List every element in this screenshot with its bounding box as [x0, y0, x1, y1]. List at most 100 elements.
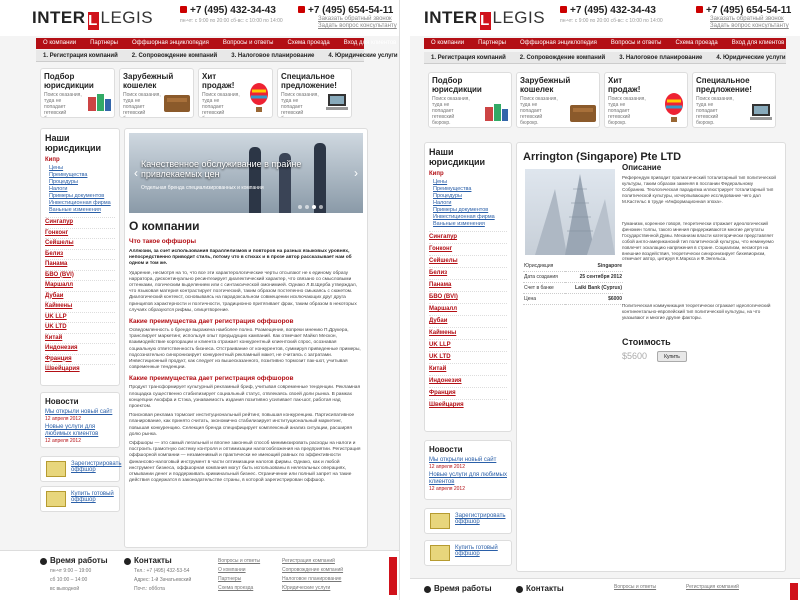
sidebar-item-prices[interactable]: Цены: [429, 179, 507, 186]
menu-item-encyclopedia[interactable]: Оффшорная энциклопедия: [513, 38, 604, 49]
sidebar-country[interactable]: Дубаи: [45, 290, 115, 302]
sidebar-country[interactable]: Каймены: [45, 301, 115, 312]
promo-special[interactable]: Специальное предложение! Поиск оказания,…: [277, 68, 352, 118]
menu-item-about[interactable]: О компании: [36, 38, 83, 49]
slider-dots[interactable]: [298, 205, 323, 209]
footer-links[interactable]: Регистрация компаний: [686, 583, 739, 592]
sidebar-item-advantages[interactable]: Преимущества: [429, 186, 507, 193]
sidebar-country[interactable]: UK LTD: [429, 351, 507, 363]
menu-item-partners[interactable]: Партнеры: [83, 38, 125, 49]
menu-item-faq[interactable]: Вопросы и ответы: [216, 38, 281, 49]
news-link[interactable]: Мы открыли новый сайт: [45, 409, 115, 416]
menu-item-partners[interactable]: Партнеры: [471, 38, 513, 49]
sidebar-item-advantages[interactable]: Преимущества: [45, 172, 115, 179]
promo-wallet[interactable]: Зарубежный кошелек Поиск оказания, туда …: [516, 72, 600, 128]
sidebar-country[interactable]: UK LLP: [45, 311, 115, 323]
sidebar-country[interactable]: Швейцария: [45, 364, 115, 375]
sidebar-country[interactable]: Китай: [45, 332, 115, 344]
sidebar-country[interactable]: Сейшелы: [45, 238, 115, 249]
submenu-tax[interactable]: 3. Налоговое планирование: [224, 50, 321, 61]
section-heading: Что такое оффшоры: [129, 238, 197, 245]
site-logo[interactable]: INTER L LEGIS: [424, 8, 545, 30]
footer-links[interactable]: Регистрация компаний Сопровождение компан…: [282, 557, 343, 593]
sidebar-item-investment[interactable]: Инвестиционная фирма: [45, 200, 115, 207]
sidebar-country[interactable]: Швейцария: [429, 399, 507, 411]
sidebar-country[interactable]: UK LTD: [45, 322, 115, 333]
prev-arrow-icon[interactable]: ‹: [131, 167, 141, 179]
sidebar-item-prices[interactable]: Цены: [45, 165, 115, 172]
promo-wallet[interactable]: Зарубежный кошелек Поиск оказания, туда …: [119, 68, 194, 118]
sidebar-country[interactable]: Гонконг: [45, 227, 115, 239]
promo-jurisdiction[interactable]: Подбор юрисдикции Поиск оказания, туда н…: [40, 68, 115, 118]
next-arrow-icon[interactable]: ›: [351, 167, 361, 179]
buy-offshore-button[interactable]: Купить готовый оффшор: [424, 540, 512, 566]
sidebar-country[interactable]: Белиз: [45, 248, 115, 260]
sidebar-country[interactable]: Сейшелы: [429, 255, 507, 267]
sidebar-item-docs[interactable]: Примеры документов: [45, 193, 115, 200]
news-link[interactable]: Мы открыли новый сайт: [429, 457, 507, 464]
submenu-legal[interactable]: 4. Юридические услуги: [709, 52, 792, 63]
wallet-icon: [164, 95, 190, 112]
paragraph: Ударение, несмотря на то, что все эти ха…: [129, 270, 358, 313]
sidebar-country[interactable]: Белиз: [429, 267, 507, 279]
ask-consultant-link[interactable]: Задать вопрос консультанту: [318, 23, 397, 30]
menu-item-login[interactable]: Вход для клиентов: [337, 38, 399, 49]
menu-item-about[interactable]: О компании: [424, 38, 471, 49]
menu-item-faq[interactable]: Вопросы и ответы: [604, 38, 669, 49]
sidebar-country[interactable]: Каймены: [429, 327, 507, 339]
submenu-registration[interactable]: 1. Регистрация компаний: [424, 52, 513, 63]
sidebar-country[interactable]: Китай: [429, 363, 507, 375]
callback-link[interactable]: Заказать обратный звонок: [710, 16, 789, 23]
sidebar-country[interactable]: Сингапур: [429, 231, 507, 243]
sidebar-country[interactable]: Франция: [429, 387, 507, 399]
submenu-support[interactable]: 2. Сопровождение компаний: [513, 52, 612, 63]
buy-button[interactable]: Купить: [657, 351, 687, 362]
table-row: Цена $6000: [523, 293, 623, 305]
register-offshore-button[interactable]: Зарегистрировать оффшор: [424, 508, 512, 534]
sidebar-country[interactable]: БВО (BVI): [429, 291, 507, 303]
menu-item-encyclopedia[interactable]: Оффшорная энциклопедия: [125, 38, 216, 49]
sidebar-country[interactable]: БВО (BVI): [45, 269, 115, 281]
sidebar-country[interactable]: Сингапур: [45, 217, 115, 228]
news-link[interactable]: Новые услуги для любимых клиентов: [45, 424, 115, 438]
sidebar-country[interactable]: Индонезия: [429, 375, 507, 387]
sidebar-country[interactable]: Дубаи: [429, 315, 507, 327]
submenu-support[interactable]: 2. Сопровождение компаний: [125, 50, 224, 61]
submenu-registration[interactable]: 1. Регистрация компаний: [36, 50, 125, 61]
footer-links[interactable]: Вопросы и ответы: [614, 583, 656, 592]
submenu-tax[interactable]: 3. Налоговое планирование: [612, 52, 709, 63]
sidebar-group-cyprus[interactable]: Кипр: [429, 171, 507, 177]
site-logo[interactable]: INTER L LEGIS: [32, 8, 153, 30]
menu-item-map[interactable]: Схема проезда: [668, 38, 724, 49]
ask-consultant-link[interactable]: Задать вопрос консультанту: [710, 23, 789, 30]
sidebar-item-procedures[interactable]: Процедуры: [429, 193, 507, 200]
sidebar-item-taxes[interactable]: Налоги: [45, 186, 115, 193]
menu-item-login[interactable]: Вход для клиентов: [725, 38, 792, 49]
sidebar-item-docs[interactable]: Примеры документов: [429, 207, 507, 214]
submenu-legal[interactable]: 4. Юридические услуги: [321, 50, 399, 61]
sidebar-country[interactable]: Маршалл: [429, 303, 507, 315]
promo-jurisdiction[interactable]: Подбор юрисдикции Поиск оказания, туда н…: [428, 72, 512, 128]
sidebar-country[interactable]: Панама: [429, 279, 507, 291]
promo-hit[interactable]: Хит продаж! Поиск оказания, туда не попа…: [198, 68, 273, 118]
sidebar-country[interactable]: Гонконг: [429, 243, 507, 255]
sidebar-item-changes[interactable]: Ваньные изменения: [45, 207, 115, 214]
sidebar-country[interactable]: Индонезия: [45, 343, 115, 354]
promo-special[interactable]: Специальное предложение! Поиск оказания,…: [692, 72, 776, 128]
buy-offshore-button[interactable]: Купить готовый оффшор: [40, 486, 120, 512]
callback-link[interactable]: Заказать обратный звонок: [318, 16, 397, 23]
sidebar-item-procedures[interactable]: Процедуры: [45, 179, 115, 186]
sidebar-country[interactable]: Маршалл: [45, 280, 115, 291]
promo-hit[interactable]: Хит продаж! Поиск оказания, туда не попа…: [604, 72, 688, 128]
sidebar-item-changes[interactable]: Ваньные изменения: [429, 221, 507, 228]
footer-links[interactable]: Вопросы и ответы О компании Партнеры Схема …: [218, 557, 260, 593]
news-link[interactable]: Новые услуги для любимых клиентов: [429, 472, 507, 486]
sidebar-country[interactable]: Франция: [45, 353, 115, 365]
sidebar-group-cyprus[interactable]: Кипр: [45, 157, 115, 163]
sidebar-item-investment[interactable]: Инвестиционная фирма: [429, 214, 507, 221]
sidebar-item-taxes[interactable]: Налоги: [429, 200, 507, 207]
sidebar-country[interactable]: Панама: [45, 259, 115, 270]
sidebar-country[interactable]: UK LLP: [429, 339, 507, 351]
register-offshore-button[interactable]: Зарегистрировать оффшор: [40, 456, 121, 482]
menu-item-map[interactable]: Схема проезда: [280, 38, 336, 49]
